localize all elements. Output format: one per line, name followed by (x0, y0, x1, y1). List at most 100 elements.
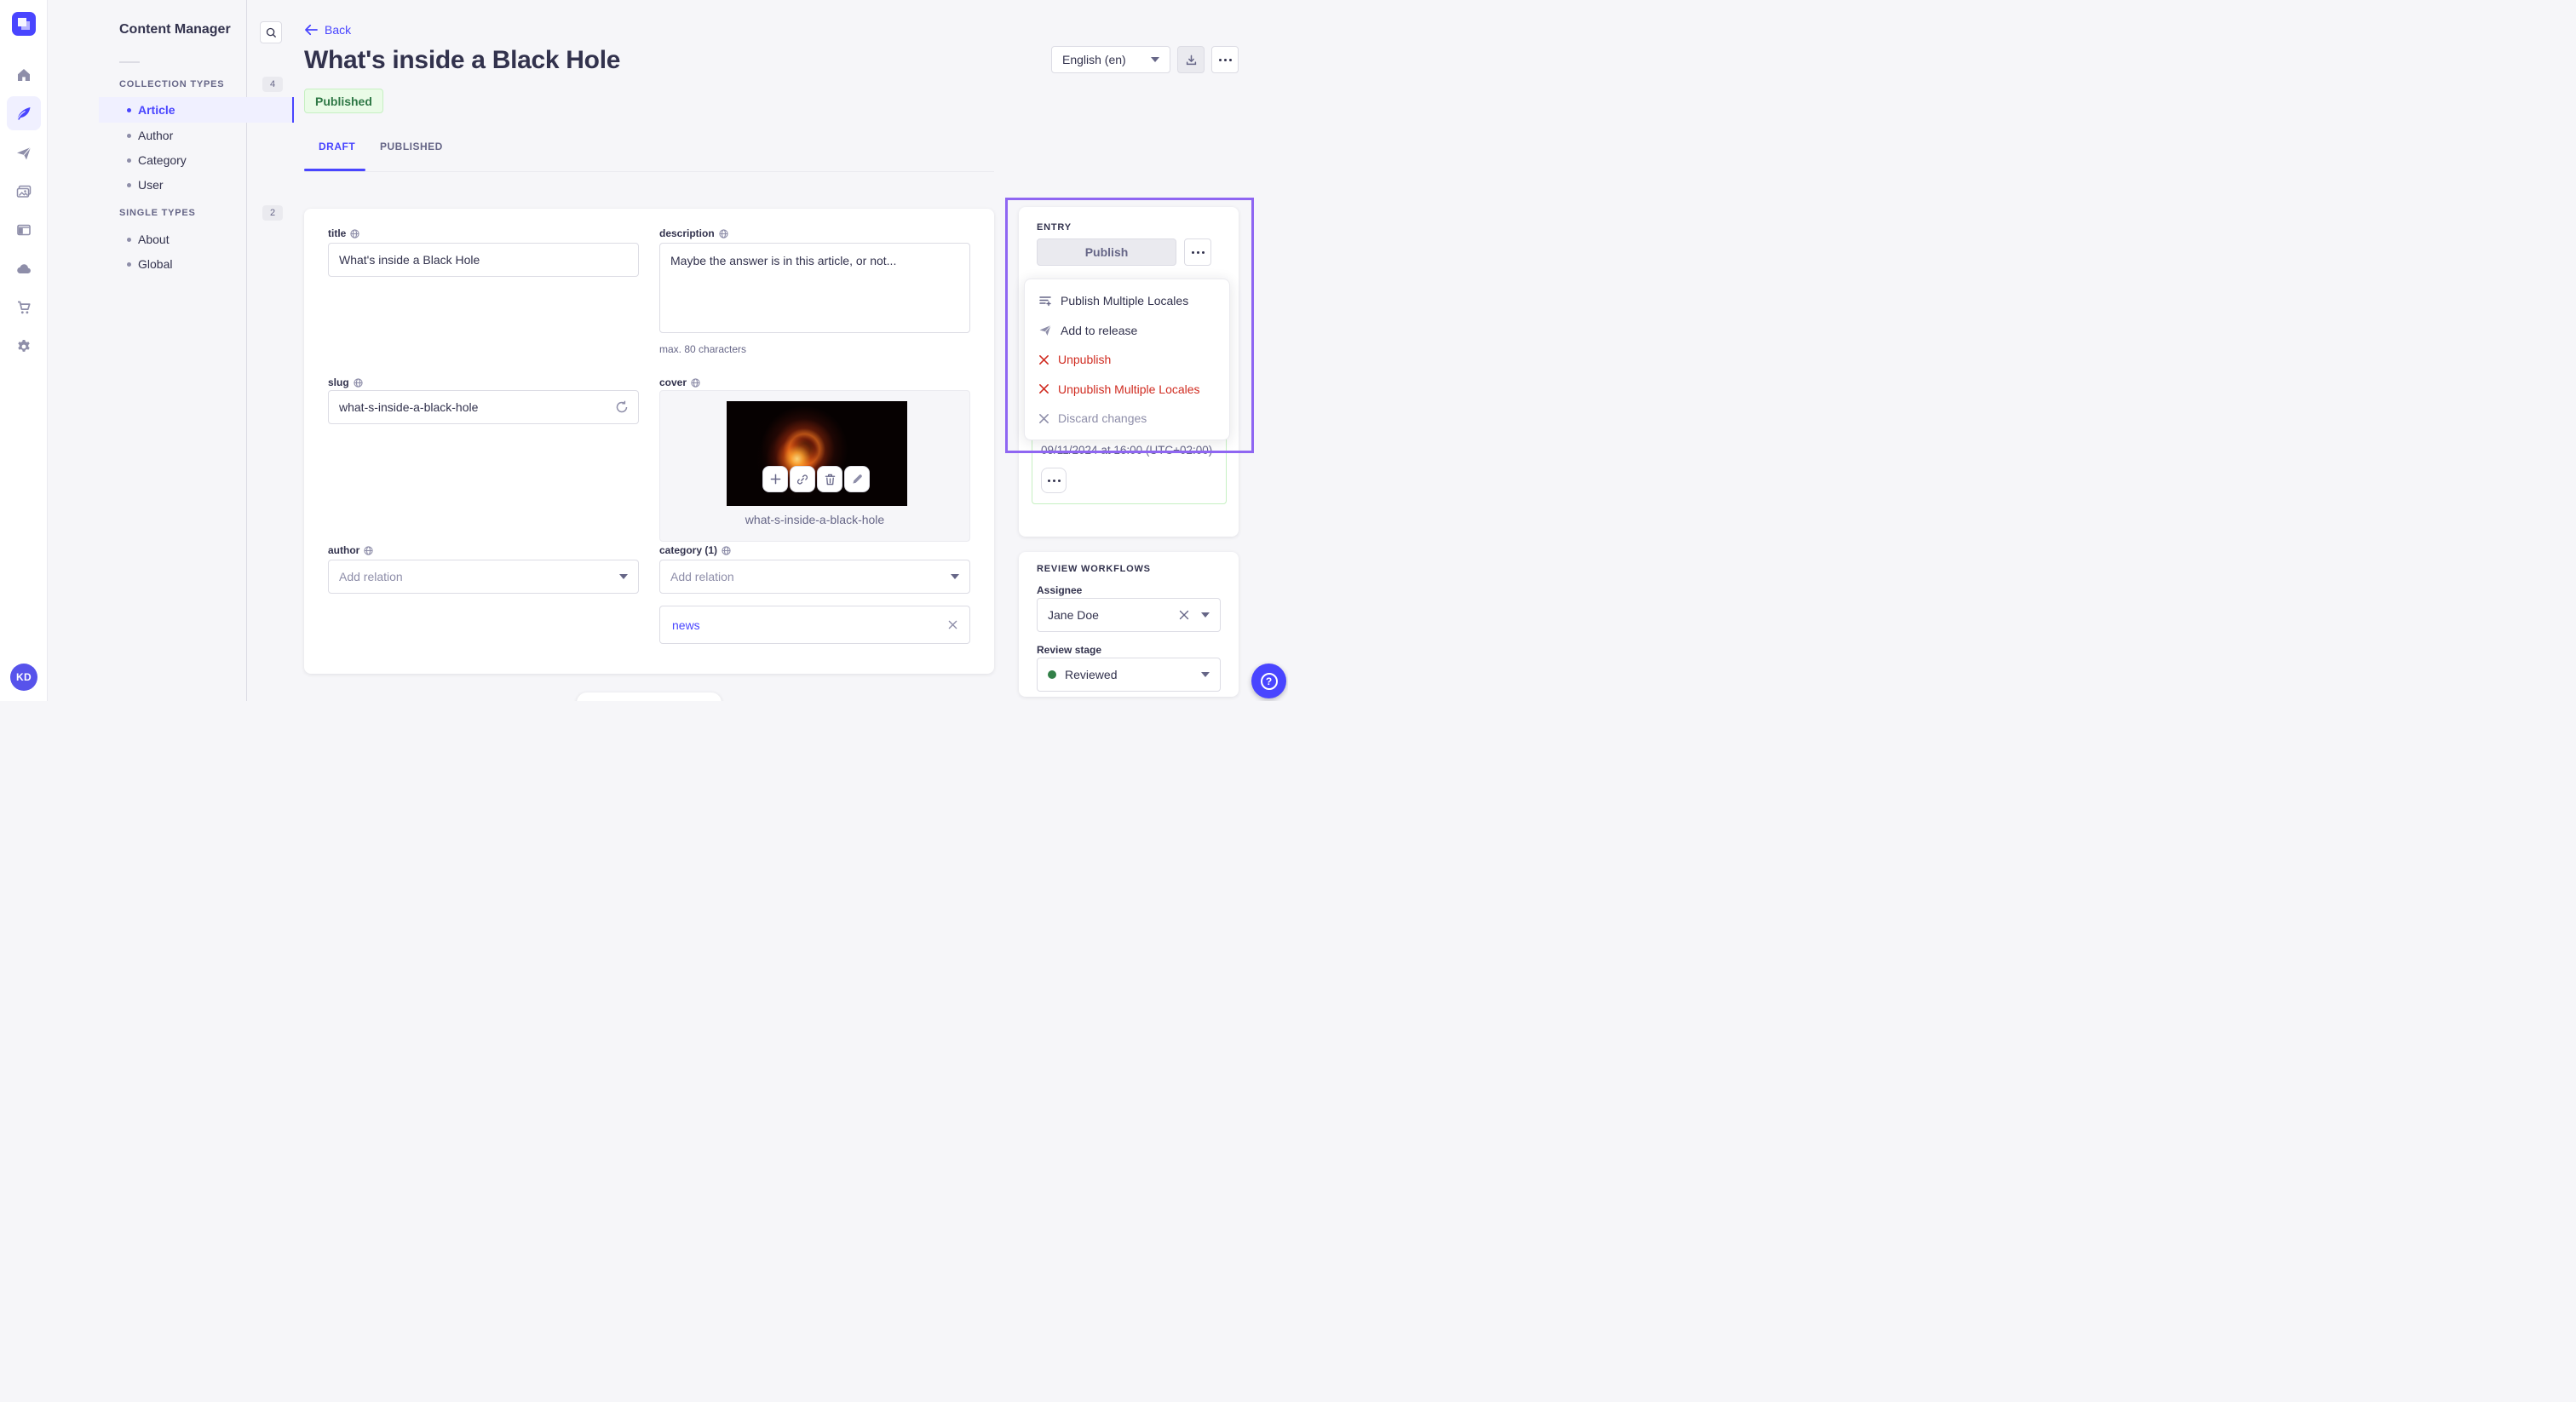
sidebar-title: Content Manager (119, 22, 231, 37)
header-more-button[interactable] (1211, 46, 1239, 73)
clear-icon[interactable] (1179, 610, 1189, 620)
title-field-label: title (328, 227, 359, 239)
collection-types-header: COLLECTION TYPES (119, 79, 225, 89)
chevron-down-icon (619, 574, 628, 579)
cover-caption: what-s-inside-a-black-hole (745, 513, 885, 526)
user-avatar[interactable]: KD (10, 664, 37, 691)
title-input[interactable] (328, 243, 639, 277)
globe-icon (350, 228, 359, 238)
single-types-header: SINGLE TYPES (119, 208, 196, 218)
nav-settings-icon[interactable] (7, 330, 41, 364)
nav-home-icon[interactable] (7, 58, 41, 92)
link-icon (796, 474, 808, 485)
edit-form-card: title description Maybe the answer is in… (304, 209, 994, 674)
slug-field-label: slug (328, 376, 363, 388)
tab-published[interactable]: PUBLISHED (380, 141, 443, 152)
globe-icon (691, 377, 700, 388)
sidebar-item-article[interactable]: Article (99, 97, 294, 123)
globe-icon (364, 545, 373, 555)
assignee-label: Assignee (1037, 584, 1083, 596)
globe-icon (719, 228, 728, 238)
review-workflows-panel: REVIEW WORKFLOWS Assignee Jane Doe Revie… (1019, 552, 1239, 697)
category-relation-select[interactable]: Add relation (659, 560, 970, 594)
search-button[interactable] (260, 21, 282, 43)
author-field-label: author (328, 544, 373, 556)
cover-field-label: cover (659, 376, 700, 388)
delete-asset-button[interactable] (817, 466, 842, 492)
description-textarea[interactable]: Maybe the answer is in this article, or … (659, 243, 970, 333)
nav-content-type-builder-icon[interactable] (7, 213, 41, 247)
nav-content-manager-icon[interactable] (7, 96, 41, 130)
description-field-label: description (659, 227, 728, 239)
nav-releases-icon[interactable] (7, 136, 41, 170)
content-manager-sidebar: Content Manager COLLECTION TYPES 4 Artic… (48, 0, 294, 701)
sidebar-divider (119, 61, 140, 63)
chevron-down-icon (951, 574, 959, 579)
pencil-icon (852, 474, 862, 484)
sidebar-item-about[interactable]: About (99, 227, 294, 252)
cross-icon (1039, 354, 1049, 365)
tab-divider (304, 171, 994, 172)
globe-icon (354, 377, 363, 388)
publish-button[interactable]: Publish (1037, 238, 1176, 266)
menu-item-add-to-release[interactable]: Add to release (1025, 316, 1229, 345)
back-link[interactable]: Back (304, 23, 351, 37)
bullet-icon (127, 182, 131, 187)
trash-icon (825, 474, 835, 485)
entry-panel-title: ENTRY (1037, 222, 1072, 233)
help-button[interactable]: ? (1251, 664, 1286, 698)
strapi-admin-screen: KD Content Manager COLLECTION TYPES 4 Ar… (0, 0, 1288, 701)
active-tab-indicator (304, 169, 365, 171)
review-stage-select[interactable]: Reviewed (1037, 658, 1221, 692)
scheduled-date: 09/11/2024 at 16:00 (UTC+02:00) (1041, 444, 1213, 457)
collection-types-count: 4 (262, 77, 283, 92)
copy-link-button[interactable] (790, 466, 815, 492)
menu-item-unpublish-multiple-locales[interactable]: Unpublish Multiple Locales (1025, 375, 1229, 404)
category-relation-item: news (659, 606, 970, 644)
download-icon (1186, 55, 1196, 65)
review-stage-label: Review stage (1037, 644, 1102, 656)
nav-rail: KD (0, 0, 48, 701)
nav-cloud-icon[interactable] (7, 252, 41, 286)
nav-media-library-icon[interactable] (7, 175, 41, 209)
bullet-icon (127, 133, 131, 138)
list-plus-icon (1039, 296, 1051, 307)
remove-relation-icon[interactable] (948, 620, 957, 629)
entry-more-button[interactable] (1184, 238, 1211, 266)
review-panel-title: REVIEW WORKFLOWS (1037, 564, 1151, 574)
export-button[interactable] (1177, 46, 1205, 73)
paper-plane-icon (1039, 325, 1051, 336)
single-types-count: 2 (262, 205, 283, 221)
cross-icon (1039, 384, 1049, 394)
tab-draft[interactable]: DRAFT (319, 141, 355, 152)
strapi-logo[interactable] (12, 12, 36, 36)
category-field-label: category (1) (659, 544, 731, 556)
sidebar-item-author[interactable]: Author (99, 123, 294, 148)
locale-select[interactable]: English (en) (1051, 46, 1170, 73)
chevron-down-icon (1151, 57, 1159, 62)
menu-item-discard-changes[interactable]: Discard changes (1025, 404, 1229, 433)
nav-marketplace-icon[interactable] (7, 290, 41, 325)
arrow-left-icon (305, 24, 318, 36)
add-asset-button[interactable] (762, 466, 788, 492)
description-helper: max. 80 characters (659, 343, 747, 355)
bullet-icon (127, 261, 131, 267)
dynamic-zone-card-edge (577, 692, 722, 701)
scheduled-more-button[interactable] (1041, 468, 1067, 493)
regenerate-icon[interactable] (615, 400, 629, 414)
assignee-select[interactable]: Jane Doe (1037, 598, 1221, 632)
globe-icon (722, 545, 731, 555)
relation-link-news[interactable]: news (672, 618, 700, 632)
menu-item-publish-multiple-locales[interactable]: Publish Multiple Locales (1025, 286, 1229, 315)
menu-item-unpublish[interactable]: Unpublish (1025, 345, 1229, 374)
chevron-down-icon (1201, 672, 1210, 677)
entry-actions-menu: Publish Multiple Locales Add to release … (1024, 279, 1230, 440)
sidebar-item-category[interactable]: Category (99, 147, 294, 173)
edit-asset-button[interactable] (844, 466, 870, 492)
sidebar-item-user[interactable]: User (99, 172, 294, 198)
sidebar-item-global[interactable]: Global (99, 251, 294, 277)
stage-status-dot (1048, 670, 1056, 679)
cross-icon (1039, 413, 1049, 423)
author-relation-select[interactable]: Add relation (328, 560, 639, 594)
slug-input[interactable] (328, 390, 639, 424)
